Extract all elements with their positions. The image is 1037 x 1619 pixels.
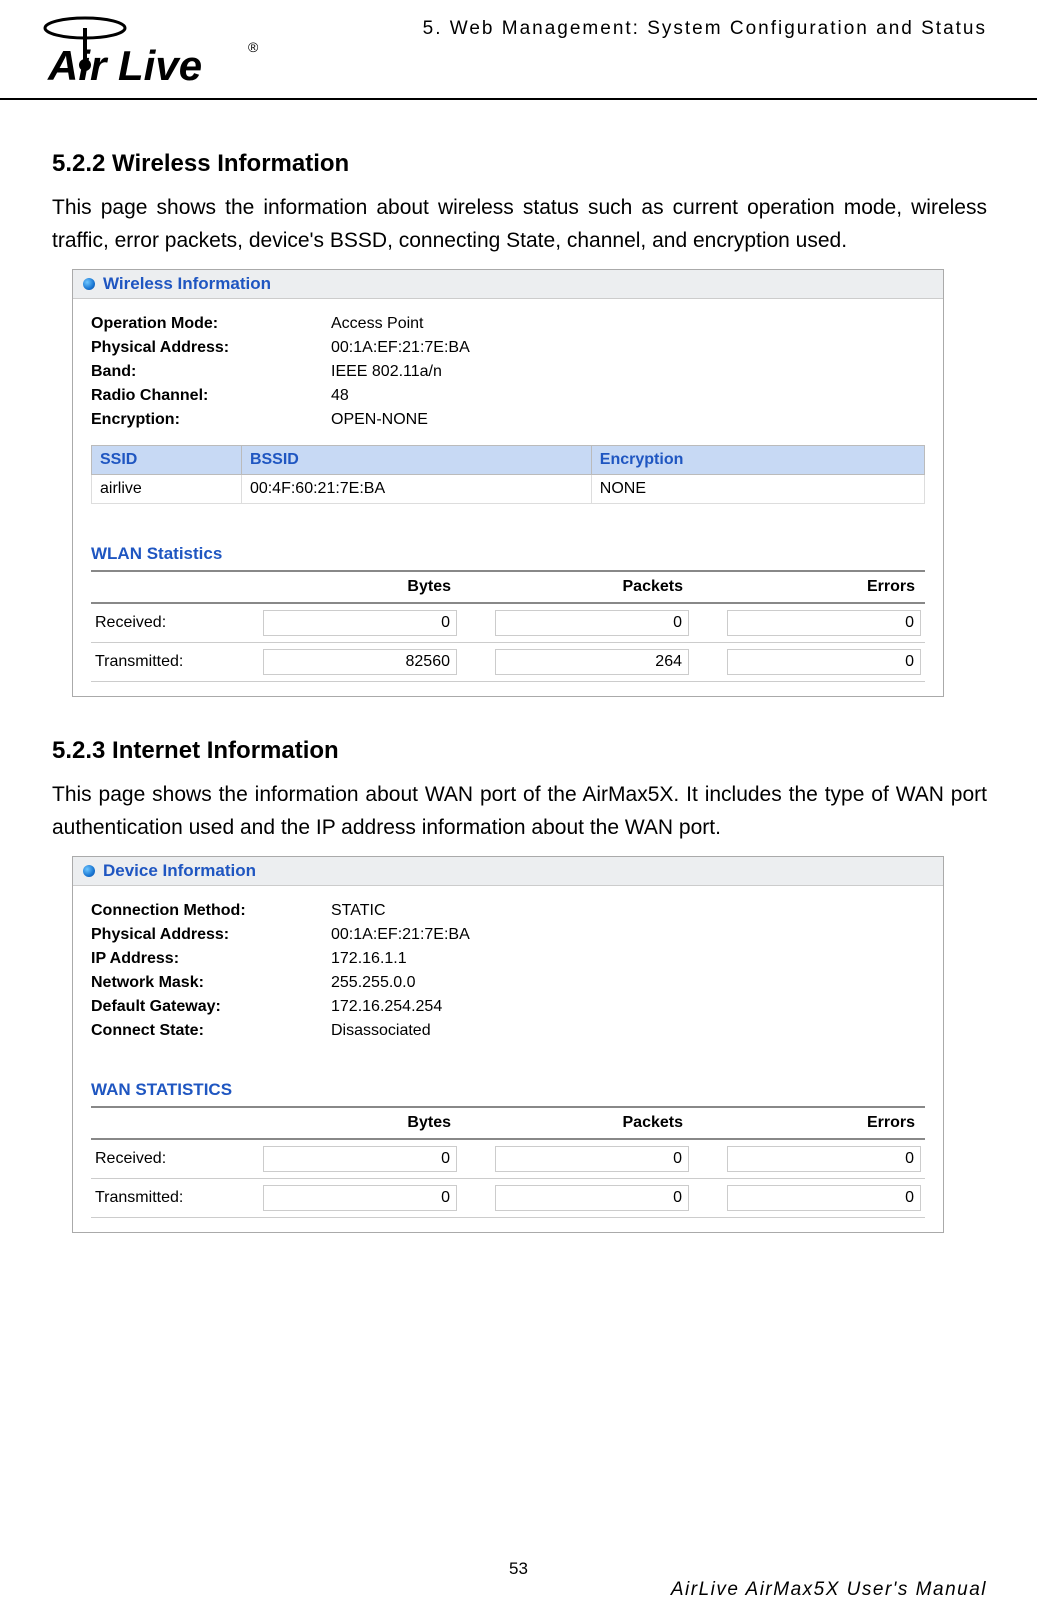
kv-row: Physical Address:00:1A:EF:21:7E:BA: [91, 926, 925, 944]
field-label: Encryption:: [91, 411, 331, 429]
field-label: Connect State:: [91, 1022, 331, 1040]
field-value: 00:1A:EF:21:7E:BA: [331, 339, 925, 357]
table-row: airlive 00:4F:60:21:7E:BA NONE: [92, 475, 925, 504]
kv-row: Encryption:OPEN-NONE: [91, 411, 925, 429]
wlan-stats-table: Bytes Packets Errors Received: 0 0 0: [91, 570, 925, 682]
header-chapter: 5. Web Management: System Configuration …: [423, 18, 987, 40]
row-label: Transmitted:: [91, 643, 229, 682]
wan-stats-heading: WAN STATISTICS: [91, 1080, 925, 1100]
wlan-stats-heading: WLAN Statistics: [91, 544, 925, 564]
cell-errors: 0: [693, 603, 925, 643]
field-value: Disassociated: [331, 1022, 925, 1040]
field-label: IP Address:: [91, 950, 331, 968]
table-row: Transmitted: 0 0 0: [91, 1179, 925, 1218]
field-label: Band:: [91, 363, 331, 381]
airlive-logo: Air Live ®: [30, 10, 310, 95]
svg-text:®: ®: [248, 39, 259, 55]
row-label: Transmitted:: [91, 1179, 229, 1218]
kv-row: Network Mask:255.255.0.0: [91, 974, 925, 992]
col-bytes: Bytes: [229, 1107, 461, 1139]
panel-title-wireless: Wireless Information: [103, 274, 271, 294]
cell-bytes: 0: [229, 1179, 461, 1218]
col-ssid: SSID: [92, 446, 242, 475]
field-value: 172.16.1.1: [331, 950, 925, 968]
table-row: Transmitted: 82560 264 0: [91, 643, 925, 682]
field-label: Operation Mode:: [91, 315, 331, 333]
cell-errors: 0: [693, 643, 925, 682]
cell-bssid: 00:4F:60:21:7E:BA: [241, 475, 591, 504]
col-packets: Packets: [461, 1107, 693, 1139]
kv-row: Radio Channel:48: [91, 387, 925, 405]
kv-row: Default Gateway:172.16.254.254: [91, 998, 925, 1016]
field-value: 48: [331, 387, 925, 405]
cell-encryption: NONE: [591, 475, 924, 504]
kv-row: Connect State:Disassociated: [91, 1022, 925, 1040]
panel-header-device: Device Information: [73, 857, 943, 886]
field-value: 00:1A:EF:21:7E:BA: [331, 926, 925, 944]
field-label: Radio Channel:: [91, 387, 331, 405]
header-divider: [0, 98, 1037, 100]
footer-manual: AirLive AirMax5X User's Manual: [671, 1579, 987, 1601]
field-value: Access Point: [331, 315, 925, 333]
kv-row: Band:IEEE 802.11a/n: [91, 363, 925, 381]
logo-text: Air Live: [47, 42, 202, 89]
col-errors: Errors: [693, 571, 925, 603]
cell-packets: 0: [461, 603, 693, 643]
col-bytes: Bytes: [229, 571, 461, 603]
field-label: Physical Address:: [91, 926, 331, 944]
wireless-info-panel: Wireless Information Operation Mode:Acce…: [72, 269, 944, 697]
panel-header-wireless: Wireless Information: [73, 270, 943, 299]
section-title-522: 5.2.2 Wireless Information: [52, 150, 987, 178]
cell-bytes: 0: [229, 1139, 461, 1179]
section-body-523: This page shows the information about WA…: [52, 779, 987, 844]
panel-title-device: Device Information: [103, 861, 256, 881]
row-label: Received:: [91, 603, 229, 643]
cell-bytes: 0: [229, 603, 461, 643]
field-label: Network Mask:: [91, 974, 331, 992]
col-bssid: BSSID: [241, 446, 591, 475]
col-encryption: Encryption: [591, 446, 924, 475]
bullet-icon: [83, 278, 95, 290]
cell-packets: 0: [461, 1179, 693, 1218]
row-label: Received:: [91, 1139, 229, 1179]
kv-row: IP Address:172.16.1.1: [91, 950, 925, 968]
cell-packets: 264: [461, 643, 693, 682]
field-value: OPEN-NONE: [331, 411, 925, 429]
cell-packets: 0: [461, 1139, 693, 1179]
field-label: Physical Address:: [91, 339, 331, 357]
field-value: IEEE 802.11a/n: [331, 363, 925, 381]
col-blank: [91, 571, 229, 603]
col-errors: Errors: [693, 1107, 925, 1139]
table-row: Received: 0 0 0: [91, 603, 925, 643]
field-label: Default Gateway:: [91, 998, 331, 1016]
col-blank: [91, 1107, 229, 1139]
field-value: 255.255.0.0: [331, 974, 925, 992]
kv-row: Physical Address:00:1A:EF:21:7E:BA: [91, 339, 925, 357]
device-info-panel: Device Information Connection Method:STA…: [72, 856, 944, 1233]
kv-row: Connection Method:STATIC: [91, 902, 925, 920]
field-label: Connection Method:: [91, 902, 331, 920]
ssid-table: SSID BSSID Encryption airlive 00:4F:60:2…: [91, 445, 925, 504]
kv-row: Operation Mode:Access Point: [91, 315, 925, 333]
cell-ssid: airlive: [92, 475, 242, 504]
cell-errors: 0: [693, 1139, 925, 1179]
page-number: 53: [0, 1559, 1037, 1579]
field-value: STATIC: [331, 902, 925, 920]
cell-bytes: 82560: [229, 643, 461, 682]
section-title-523: 5.2.3 Internet Information: [52, 737, 987, 765]
col-packets: Packets: [461, 571, 693, 603]
cell-errors: 0: [693, 1179, 925, 1218]
section-body-522: This page shows the information about wi…: [52, 192, 987, 257]
wan-stats-table: Bytes Packets Errors Received: 0 0 0: [91, 1106, 925, 1218]
table-row: Received: 0 0 0: [91, 1139, 925, 1179]
bullet-icon: [83, 865, 95, 877]
field-value: 172.16.254.254: [331, 998, 925, 1016]
